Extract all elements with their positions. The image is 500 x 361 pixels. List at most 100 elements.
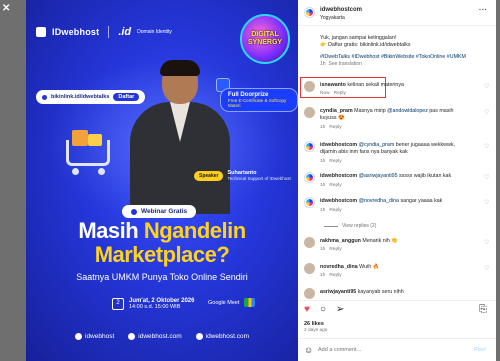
speaker-tag: Speaker [194, 170, 224, 181]
speaker-photo [130, 60, 230, 214]
commenter-avatar[interactable] [304, 81, 315, 92]
caption-age: 1h [320, 61, 326, 67]
cart-basket [66, 140, 110, 166]
like-comment-icon[interactable]: ♡ [484, 265, 489, 272]
comment-mention[interactable]: @cyndia_pram [359, 142, 395, 148]
comment-age: 1h [320, 273, 326, 278]
comment-mention[interactable]: @novredha_dina [359, 198, 399, 204]
brand-divider [108, 26, 110, 38]
comment-age: 1h [320, 208, 326, 213]
comment-text: sssss wajib ikutan kak [399, 173, 452, 179]
view-replies-line [324, 225, 338, 227]
globe-icon [128, 333, 136, 340]
reply-button[interactable]: Reply [329, 247, 341, 252]
comment-text: kelinan sekali materinya [347, 82, 404, 88]
like-comment-icon[interactable]: ♡ [484, 199, 489, 206]
comment-mention[interactable]: @asriwjayanti95 [359, 173, 398, 179]
account-username[interactable]: idwebhostcom [320, 7, 362, 13]
reply-button[interactable]: Reply [329, 183, 341, 188]
like-count[interactable]: 26 likes [304, 321, 324, 327]
comment-username[interactable]: asriwjayanti95 [320, 289, 356, 295]
brand-secondary-sub: Domain Identity [137, 29, 172, 35]
comment-age: 1h [320, 247, 326, 252]
commenter-avatar[interactable] [304, 237, 315, 248]
see-translation-link[interactable]: See translation [329, 61, 362, 67]
view-replies-button[interactable]: View replies (2) [324, 223, 376, 229]
add-comment-bar: ☺ Post [298, 338, 496, 361]
post-location[interactable]: Yogyakarta [320, 15, 345, 21]
post-header: idwebhostcom Yogyakarta ··· [298, 0, 496, 26]
webinar-label: Webinar Gratis [141, 208, 188, 215]
post-caption: Yuk, jangan sampai ketinggalan! 👉 Daftar… [320, 35, 490, 68]
like-comment-icon[interactable]: ♡ [484, 109, 489, 116]
idwebhost-logo-icon [36, 27, 46, 37]
comment-icon[interactable]: ○ [320, 305, 326, 315]
event-datetime: 2 Jum'at, 2 Oktober 2026 14:00 s.d. 15:0… [112, 298, 194, 310]
emoji-icon[interactable]: ☺ [304, 345, 313, 355]
brand-name: IDwebhost [52, 27, 100, 37]
register-link-pill: bikinlink.id/idwebtalks Daftar [36, 90, 146, 104]
like-comment-icon[interactable]: ♡ [484, 83, 489, 90]
comment-text: Wuih 🔥 [359, 264, 380, 270]
webinar-icon [131, 208, 137, 215]
like-comment-icon[interactable]: ♡ [484, 239, 489, 246]
footer-site: idwebhost.com [138, 333, 182, 340]
comment-mention[interactable]: @andowidalopez [387, 108, 428, 114]
share-icon[interactable]: ➢ [336, 305, 344, 315]
view-replies-label[interactable]: View replies (2) [342, 223, 376, 229]
comment-text: kayanyab seru nihh [357, 289, 404, 295]
comment-age: 1h [320, 125, 326, 130]
post-action-bar: ♥ ○ ➢ ⎘ 26 likes [298, 300, 496, 330]
badge-text: DIGITAL SYNERGY [247, 31, 283, 46]
comment-username[interactable]: novredha_dina [320, 264, 358, 270]
like-comment-icon[interactable]: ♡ [484, 143, 489, 150]
reply-button[interactable]: Reply [329, 159, 341, 164]
comment-username[interactable]: idwebhostcom [320, 173, 357, 179]
comment-username[interactable]: isnawanto [320, 82, 346, 88]
shopping-cart-icon [62, 130, 120, 176]
commenter-avatar[interactable] [304, 107, 315, 118]
caption-hashtags[interactable]: #IDwebTalks #IDwebhost #BikinWebsite #To… [320, 54, 490, 61]
caption-line-2: 👉 Daftar gratis: bikinlink.id/idwebtalks [320, 42, 411, 48]
meet-label: Google Meet [208, 299, 240, 306]
brand-row: IDwebhost .id Domain Identity [36, 26, 172, 38]
social-icon [75, 333, 82, 340]
register-link: bikinlink.id/idwebtalks [51, 94, 110, 100]
like-post-icon[interactable]: ♥ [304, 305, 310, 315]
title-yellow: Ngandelin [143, 218, 246, 243]
caption-line-1: Yuk, jangan sampai ketinggalan! [320, 35, 397, 41]
comment-username[interactable]: idwebhostcom [320, 198, 357, 204]
commenter-avatar[interactable] [304, 172, 315, 183]
event-badge: DIGITAL SYNERGY [240, 14, 290, 64]
reply-button[interactable]: Reply [329, 208, 341, 213]
commenter-avatar[interactable] [304, 288, 315, 299]
commenter-avatar[interactable] [304, 263, 315, 274]
like-comment-icon[interactable]: ♡ [484, 174, 489, 181]
commenter-avatar[interactable] [304, 197, 315, 208]
comment-text: sangar yaaaa kak [400, 198, 443, 204]
add-comment-input[interactable] [318, 345, 458, 355]
footer-handle: idwebhost [85, 333, 115, 340]
cart-wheel [72, 168, 79, 175]
comment-username[interactable]: cyndia_pram [320, 108, 353, 114]
cart-wheel [98, 168, 105, 175]
comments-panel: idwebhostcom Yogyakarta ··· Yuk, jangan … [298, 0, 496, 361]
save-post-icon[interactable]: ⎘ [479, 305, 487, 315]
post-modal: IDwebhost .id Domain Identity DIGITAL SY… [26, 0, 496, 361]
reply-button[interactable]: Reply [329, 273, 341, 278]
more-options-icon[interactable]: ··· [479, 7, 488, 14]
post-comment-button[interactable]: Post [474, 347, 486, 353]
comment-username[interactable]: idwebhostcom [320, 142, 357, 148]
reply-button[interactable]: Reply [334, 91, 346, 96]
comment-age: Now [320, 91, 330, 96]
event-time: 14:00 s.d. 15:00 WIB [129, 304, 181, 310]
speaker-role: Technical Support of IDwebhost [227, 176, 291, 181]
link-icon [42, 94, 47, 100]
close-modal-icon[interactable]: ✕ [2, 3, 10, 14]
commenter-avatar[interactable] [304, 141, 315, 152]
account-avatar[interactable] [304, 7, 315, 18]
poster-title-line2: Marketplace? [94, 242, 230, 267]
reply-button[interactable]: Reply [329, 125, 341, 130]
comment-username[interactable]: rakhma_anggun [320, 238, 361, 244]
title-white: Masih [78, 218, 139, 243]
